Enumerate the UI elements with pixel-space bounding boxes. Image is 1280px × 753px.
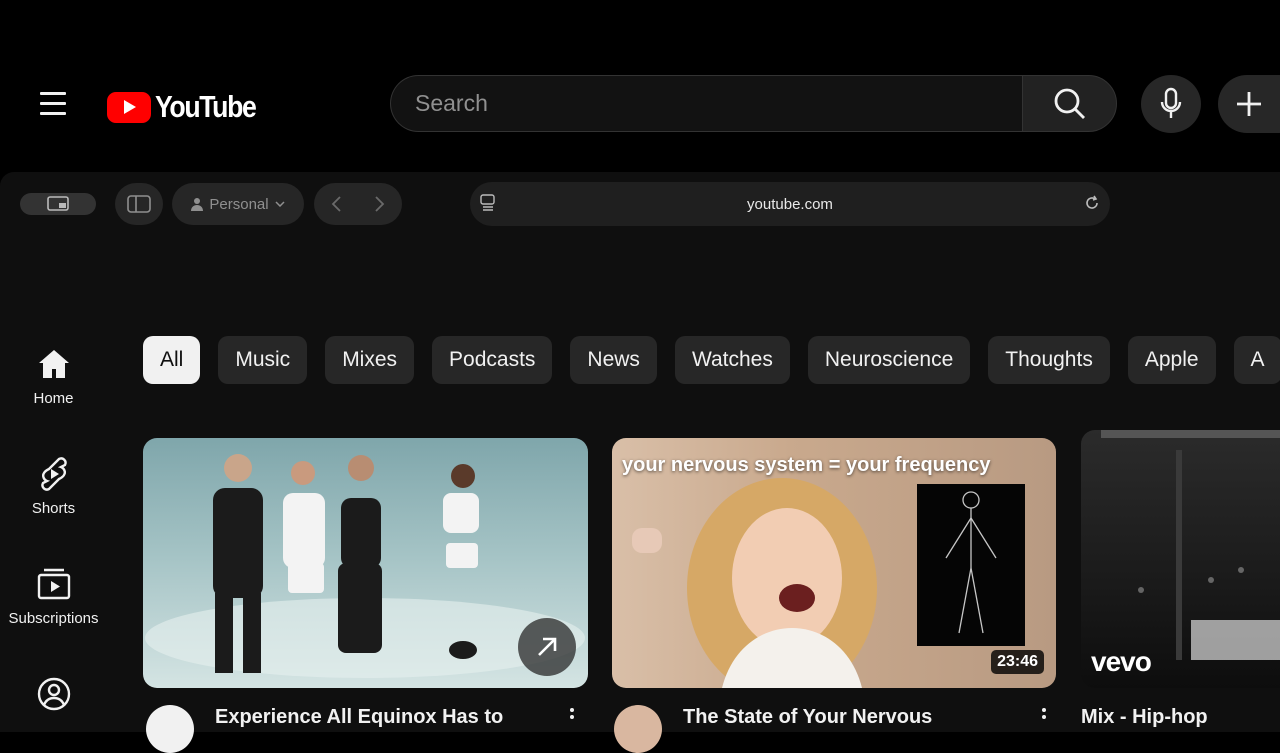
youtube-play-icon	[107, 91, 151, 123]
shorts-icon	[40, 457, 67, 491]
profile-button[interactable]: Personal	[172, 183, 304, 225]
create-button[interactable]	[1218, 75, 1280, 133]
tab-overview-icon	[47, 196, 69, 211]
history-nav	[314, 183, 402, 225]
home-icon	[38, 350, 69, 378]
chevron-down-icon	[275, 201, 285, 207]
sidebar-item-label: Shorts	[31, 500, 76, 517]
open-link-button[interactable]	[518, 618, 576, 676]
voice-search-button[interactable]	[1141, 75, 1201, 133]
channel-avatar[interactable]	[614, 705, 662, 753]
microphone-icon	[1160, 87, 1182, 118]
hamburger-menu-icon[interactable]	[38, 92, 68, 116]
chip-news[interactable]: News	[570, 336, 657, 384]
url-text: youtube.com	[747, 195, 833, 213]
chip-partial[interactable]: A	[1233, 336, 1280, 384]
video-title[interactable]: Experience All Equinox Has to	[215, 706, 503, 729]
sidebar-icon	[127, 195, 151, 213]
back-icon[interactable]	[330, 195, 342, 213]
chip-watches[interactable]: Watches	[674, 336, 790, 384]
filter-chip-bar: All Music Mixes Podcasts News Watches Ne…	[143, 336, 1280, 384]
search-button[interactable]	[1022, 75, 1117, 132]
forward-icon[interactable]	[374, 195, 386, 213]
logo-text: YouTube	[155, 89, 257, 124]
chip-podcasts[interactable]: Podcasts	[432, 336, 553, 384]
search-box[interactable]	[390, 75, 1022, 132]
chip-thoughts[interactable]: Thoughts	[988, 336, 1110, 384]
search-input[interactable]	[391, 76, 999, 131]
chip-music[interactable]: Music	[218, 336, 308, 384]
video-thumbnail[interactable]: your nervous system = your frequency 23:…	[612, 438, 1056, 688]
sidebar-item-shorts[interactable]: Shorts	[0, 456, 107, 517]
thumbnail-overlay-text: your nervous system = your frequency	[622, 454, 991, 476]
plus-icon	[1237, 92, 1261, 116]
vevo-logo: vevo	[1091, 646, 1152, 677]
subscriptions-icon	[37, 568, 70, 600]
chip-neuroscience[interactable]: Neuroscience	[807, 336, 971, 384]
address-bar[interactable]: youtube.com	[470, 182, 1110, 226]
reload-icon[interactable]	[1084, 194, 1100, 212]
sidebar-item-label: Home	[33, 390, 74, 407]
page-menu-icon[interactable]	[480, 194, 496, 212]
youtube-logo[interactable]: YouTube	[107, 89, 272, 125]
sidebar-item-label: Subscriptions	[8, 610, 99, 627]
sidebar-item-subscriptions[interactable]: Subscriptions	[0, 566, 107, 627]
video-title[interactable]: Mix - Hip-hop	[1081, 706, 1208, 729]
chip-mixes[interactable]: Mixes	[325, 336, 415, 384]
chip-apple[interactable]: Apple	[1127, 336, 1216, 384]
search-icon	[1054, 88, 1085, 119]
person-icon	[191, 198, 204, 211]
chip-all[interactable]: All	[143, 336, 201, 384]
sidebar-item-home[interactable]: Home	[0, 346, 107, 407]
arrow-up-right-icon	[538, 637, 557, 656]
video-thumbnail[interactable]	[143, 438, 588, 688]
sidebar-item-you[interactable]	[0, 676, 107, 720]
video-title[interactable]: The State of Your Nervous	[683, 706, 932, 729]
channel-avatar[interactable]	[146, 705, 194, 753]
account-icon	[37, 677, 70, 711]
tab-overview-button[interactable]	[20, 193, 96, 215]
video-thumbnail[interactable]: vevo	[1081, 430, 1280, 688]
sidebar-toggle-button[interactable]	[115, 183, 163, 225]
video-duration: 23:46	[991, 650, 1044, 674]
profile-label: Personal	[209, 195, 269, 213]
